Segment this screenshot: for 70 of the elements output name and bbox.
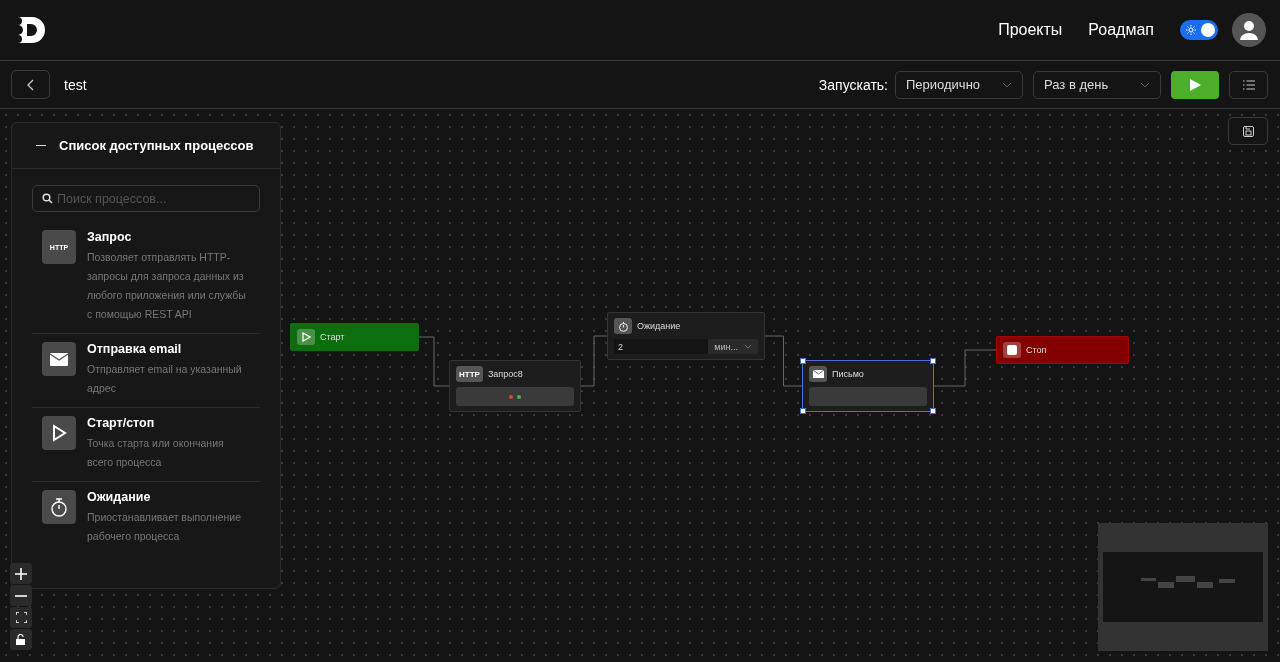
frequency-select[interactable]: Раз в день <box>1033 70 1161 99</box>
resize-handle[interactable] <box>800 408 806 414</box>
flow-node[interactable]: Стоп <box>996 336 1129 364</box>
connector-line <box>580 335 608 387</box>
fit-view-button[interactable] <box>10 607 32 628</box>
plus-icon <box>15 567 27 580</box>
list-button[interactable] <box>1229 70 1268 99</box>
lock-icon <box>16 634 26 645</box>
envelope-icon <box>809 366 827 382</box>
back-icon <box>26 78 35 91</box>
resize-handle[interactable] <box>800 358 806 364</box>
search-icon <box>42 193 53 204</box>
avatar-icon[interactable] <box>1232 13 1266 47</box>
nav-link[interactable]: Роадмап <box>1088 21 1154 39</box>
connector-line <box>933 349 997 387</box>
back-button[interactable] <box>11 70 50 99</box>
node-label: Стоп <box>1026 345 1047 355</box>
play-icon <box>297 329 315 345</box>
resize-handle[interactable] <box>930 358 936 364</box>
stop-icon <box>1003 342 1021 358</box>
zoom-out-button[interactable] <box>10 585 32 606</box>
list-icon <box>1242 79 1255 90</box>
node-label: Ожидание <box>637 321 681 331</box>
save-button[interactable] <box>1228 117 1268 145</box>
fullscreen-icon <box>15 612 27 623</box>
run-button[interactable] <box>1171 70 1219 99</box>
item-title: Старт/стоп <box>87 416 156 430</box>
collapse-icon[interactable] <box>36 144 46 147</box>
item-title: Отправка email <box>87 342 183 356</box>
zoom-in-button[interactable] <box>10 563 32 584</box>
run-label: Запускать: <box>818 76 888 93</box>
node-label: Запрос8 <box>487 369 523 379</box>
nav-link[interactable]: Проекты <box>998 21 1063 39</box>
unit-select[interactable]: мин... <box>708 339 758 354</box>
http-icon: HTTP <box>456 366 483 382</box>
play-icon <box>42 416 76 450</box>
node-label: Старт <box>320 332 345 342</box>
connector-line <box>764 335 803 387</box>
theme-toggle[interactable] <box>1180 20 1218 40</box>
timer-icon <box>614 318 632 334</box>
chevron-down-icon <box>1140 81 1150 88</box>
flow-node[interactable]: Письмо <box>802 360 934 412</box>
timer-icon <box>42 490 76 524</box>
item-title: Запрос <box>87 230 133 244</box>
envelope-icon <box>42 342 76 376</box>
flow-node[interactable]: HTTP Запрос8 <box>449 360 581 412</box>
flow-node[interactable]: Старт <box>290 323 419 351</box>
panel-title: Список доступных процессов <box>59 138 254 153</box>
chevron-down-icon <box>744 344 752 349</box>
item-description: Позволяет отправлять HTTP-запросы для запроса данных из любого приложения или службы с помощью REST API <box>87 250 247 322</box>
sun-icon <box>1186 25 1196 35</box>
flow-node[interactable]: Ожидание 2 мин... <box>607 312 765 360</box>
resize-handle[interactable] <box>930 408 936 414</box>
status-dots-icon <box>509 394 521 399</box>
node-label: Письмо <box>832 369 864 379</box>
item-description: Точка старта или окончания всего процесса <box>87 436 225 470</box>
process-item[interactable]: Отправка email Отправляет email на указанный адрес <box>32 334 260 408</box>
search-field[interactable]: Поиск процессов... <box>32 185 260 212</box>
item-description: Приостанавливает выполнение рабочего процесса <box>87 510 243 544</box>
duration-input[interactable]: 2 <box>614 339 709 354</box>
chevron-down-icon <box>1002 81 1012 88</box>
lock-button[interactable] <box>10 629 32 650</box>
item-description: Отправляет email на указанный адрес <box>87 362 243 396</box>
process-item[interactable]: Ожидание Приостанавливает выполнение рабочего процесса <box>32 482 260 555</box>
project-title: test <box>64 76 87 93</box>
play-icon <box>1188 77 1202 92</box>
connector-line <box>418 336 450 387</box>
process-item[interactable]: Старт/стоп Точка старта или окончания всего процесса <box>32 408 260 482</box>
item-title: Ожидание <box>87 490 152 504</box>
mode-select[interactable]: Периодично <box>895 70 1023 99</box>
